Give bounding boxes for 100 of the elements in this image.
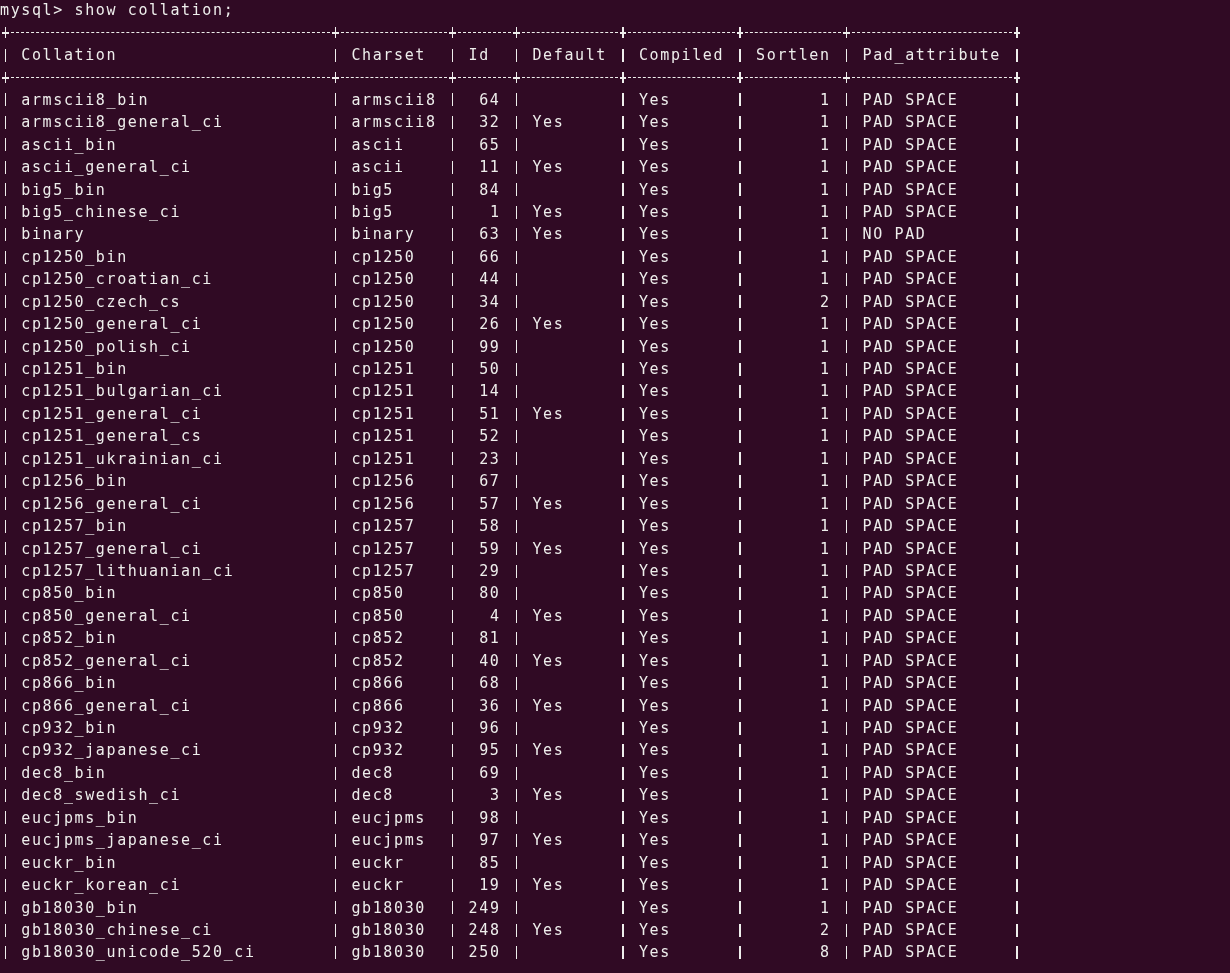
- table-cell-text: 1: [820, 89, 831, 111]
- table-cell-text: cp1250_bin: [21, 246, 128, 268]
- table-cell-text: PAD SPACE: [862, 628, 959, 650]
- table-cell-text: cp1256: [351, 493, 416, 515]
- table-cell-text: 1: [820, 314, 831, 336]
- table-cell-text: cp1256_general_ci: [21, 493, 203, 515]
- table-cell-text: 40: [479, 650, 501, 672]
- table-cell-text: 57: [479, 493, 501, 515]
- table-cell-text: euckr: [351, 875, 405, 897]
- table-cell-text: Yes: [638, 448, 671, 470]
- table-cell-text: gb18030: [351, 897, 426, 919]
- command-line: mysql> show collation;: [0, 0, 235, 21]
- table-cell-text: dec8_swedish_ci: [21, 785, 182, 807]
- table-cell-text: gb18030: [351, 919, 426, 941]
- table-cell-text: Yes: [638, 785, 671, 807]
- table-cell-text: 1: [820, 695, 831, 717]
- table-cell-text: ascii_bin: [21, 134, 118, 156]
- table-cell-text: 23: [479, 448, 501, 470]
- table-cell-text: PAD SPACE: [862, 538, 959, 560]
- table-cell-text: Yes: [638, 471, 671, 493]
- table-cell-text: PAD SPACE: [862, 201, 959, 223]
- table-cell-text: euckr_bin: [21, 852, 118, 874]
- table-cell-text: Yes: [638, 314, 671, 336]
- table-cell-text: Yes: [638, 762, 671, 784]
- table-cell-text: 1: [820, 516, 831, 538]
- table-cell-text: Yes: [532, 740, 565, 762]
- table-cell-text: Yes: [532, 112, 565, 134]
- table-cell-text: cp852: [351, 628, 405, 650]
- table-cell-text: 1: [820, 538, 831, 560]
- table-cell-text: PAD SPACE: [862, 695, 959, 717]
- table-cell-text: 51: [479, 403, 501, 425]
- table-cell-text: Yes: [532, 201, 565, 223]
- table-cell-text: 14: [479, 381, 501, 403]
- table-cell-text: 1: [820, 740, 831, 762]
- table-cell-text: gb18030_unicode_520_ci: [21, 942, 256, 964]
- table-cell-text: Yes: [638, 426, 671, 448]
- table-cell-text: cp1257_lithuanian_ci: [21, 560, 235, 582]
- table-cell-text: PAD SPACE: [862, 381, 959, 403]
- table-cell-text: cp1250: [351, 336, 416, 358]
- table-cell-text: Yes: [638, 605, 671, 627]
- table-cell-text: PAD SPACE: [862, 179, 959, 201]
- table-cell-text: 248: [468, 919, 501, 941]
- table-cell-text: binary: [21, 224, 86, 246]
- table-cell-text: 95: [479, 740, 501, 762]
- table-cell-text: cp1257: [351, 538, 416, 560]
- table-cell-text: NO PAD: [862, 224, 927, 246]
- table-cell-text: 26: [479, 314, 501, 336]
- table-cell-text: Yes: [532, 919, 565, 941]
- table-cell-text: 50: [479, 359, 501, 380]
- table-cell-text: Yes: [638, 830, 671, 852]
- table-cell-text: 1: [820, 224, 831, 246]
- table-cell-text: Yes: [638, 560, 671, 582]
- table-cell-text: 32: [479, 112, 501, 134]
- table-cell-text: 2: [820, 919, 831, 941]
- table-cell-text: Yes: [532, 538, 565, 560]
- table-cell-text: ascii: [351, 157, 405, 179]
- table-cell-text: 1: [820, 134, 831, 156]
- table-cell-text: 1: [820, 650, 831, 672]
- table-cell-text: Yes: [638, 336, 671, 358]
- table-cell-text: Yes: [638, 718, 671, 739]
- table-cell-text: Yes: [638, 381, 671, 403]
- column-header: Sortlen: [756, 44, 831, 66]
- table-cell-text: PAD SPACE: [862, 269, 959, 291]
- table-cell-text: 19: [479, 875, 501, 897]
- table-cell-text: Yes: [532, 403, 565, 425]
- table-cell-text: Yes: [532, 314, 565, 336]
- table-cell-text: PAD SPACE: [862, 516, 959, 538]
- table-cell-text: 1: [820, 673, 831, 695]
- table-cell-text: cp1251: [351, 381, 416, 403]
- table-cell-text: 1: [820, 201, 831, 223]
- table-cell-text: 1: [820, 179, 831, 201]
- table-cell-text: cp1251: [351, 403, 416, 425]
- table-cell-text: 59: [479, 538, 501, 560]
- table-cell-text: Yes: [638, 807, 671, 829]
- table-cell-text: 1: [820, 269, 831, 291]
- table-cell-text: Yes: [638, 875, 671, 897]
- table-cell-text: 1: [820, 830, 831, 852]
- table-cell-text: PAD SPACE: [862, 919, 959, 941]
- table-cell-text: 1: [820, 448, 831, 470]
- table-cell-text: cp1257: [351, 560, 416, 582]
- table-cell-text: Yes: [638, 291, 671, 313]
- table-cell-text: 1: [820, 403, 831, 425]
- table-cell-text: 64: [479, 89, 501, 111]
- table-cell-text: 1: [820, 875, 831, 897]
- table-cell-text: Yes: [638, 269, 671, 291]
- table-cell-text: Yes: [638, 919, 671, 941]
- table-cell-text: PAD SPACE: [862, 246, 959, 268]
- table-cell-text: PAD SPACE: [862, 157, 959, 179]
- table-cell-text: cp1257_bin: [21, 516, 128, 538]
- table-cell-text: 58: [479, 516, 501, 538]
- table-cell-text: Yes: [532, 493, 565, 515]
- table-cell-text: 250: [468, 942, 501, 964]
- column-header: Charset: [351, 44, 426, 66]
- table-cell-text: PAD SPACE: [862, 112, 959, 134]
- table-cell-text: euckr: [351, 852, 405, 874]
- table-cell-text: euckr_korean_ci: [21, 875, 182, 897]
- table-cell-text: PAD SPACE: [862, 493, 959, 515]
- table-cell-text: cp850_general_ci: [21, 605, 192, 627]
- table-cell-text: Yes: [638, 493, 671, 515]
- table-cell-text: cp1250_croatian_ci: [21, 269, 213, 291]
